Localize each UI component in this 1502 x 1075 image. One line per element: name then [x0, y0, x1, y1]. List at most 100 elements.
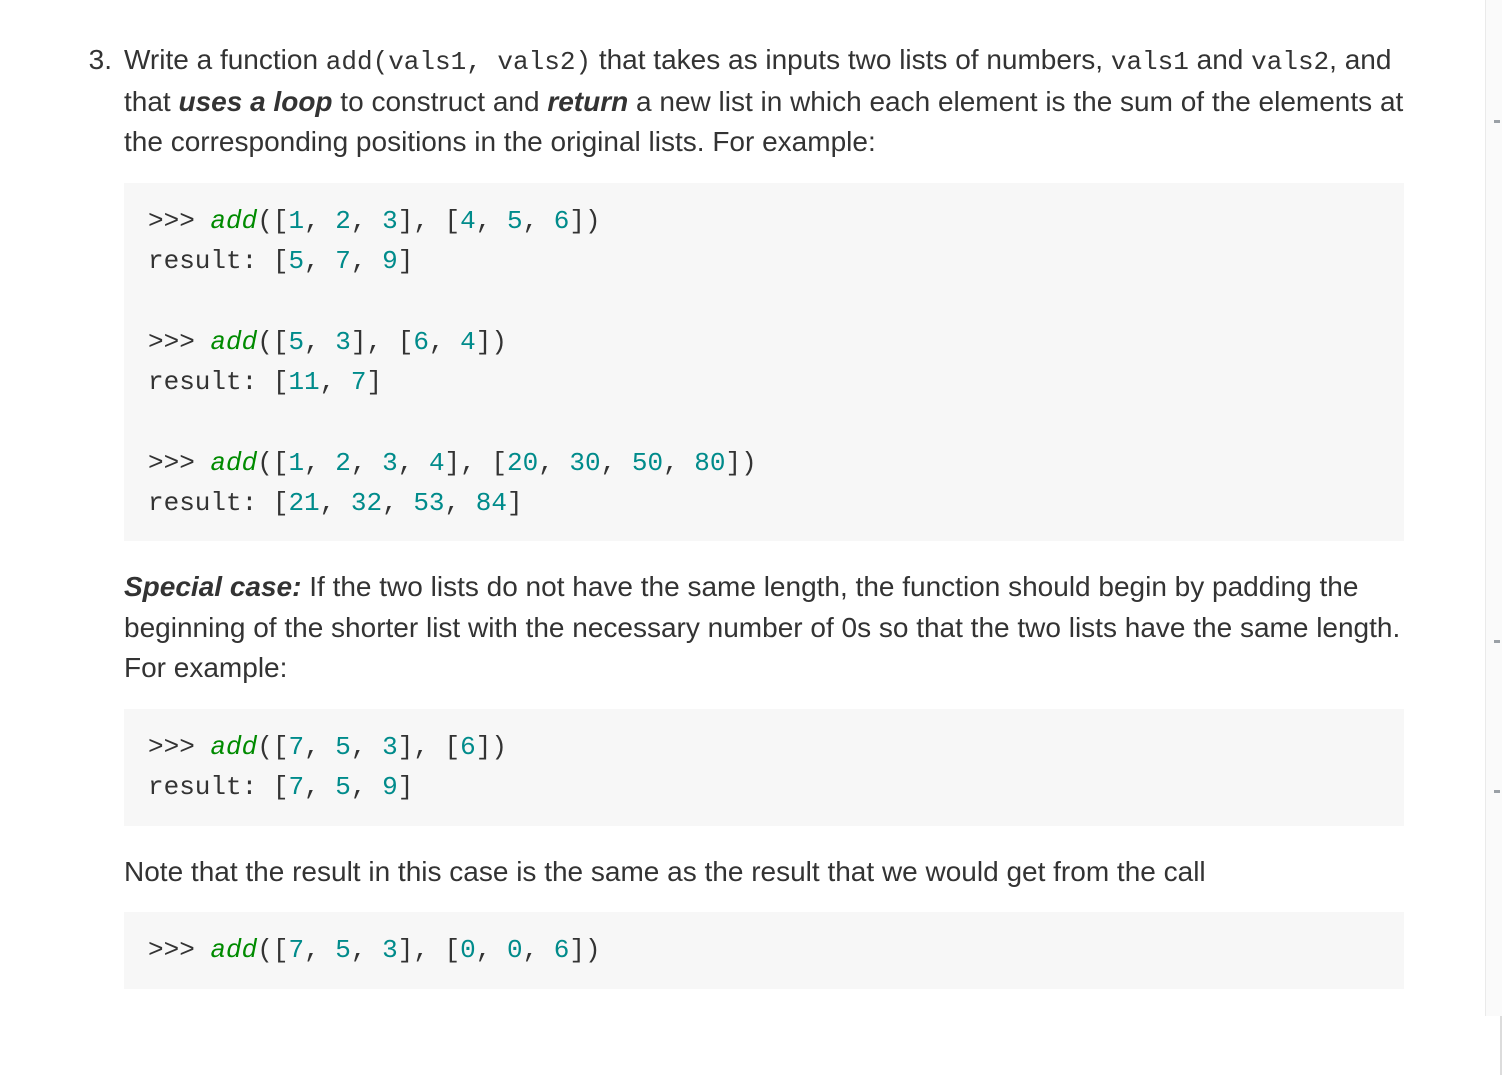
intro-text: and [1189, 44, 1251, 75]
scrollbar-mark [1494, 640, 1500, 643]
prompt: >>> [148, 448, 195, 478]
punct: ] [507, 488, 523, 518]
special-case-paragraph: Special case: If the two lists do not ha… [124, 567, 1404, 689]
sep: , [351, 732, 382, 762]
emphasis-return: return [547, 86, 628, 117]
number: 84 [476, 488, 507, 518]
number: 3 [382, 935, 398, 965]
result-label: result: [148, 246, 257, 276]
number: 7 [335, 246, 351, 276]
fn-name: add [210, 935, 257, 965]
punct: ]) [726, 448, 757, 478]
number: 6 [554, 206, 570, 236]
number: 9 [382, 246, 398, 276]
number: 4 [460, 327, 476, 357]
sep: , [304, 448, 335, 478]
number: 21 [288, 488, 319, 518]
number: 3 [335, 327, 351, 357]
sep: , [320, 488, 351, 518]
number: 3 [382, 206, 398, 236]
punct: ], [ [398, 732, 460, 762]
sep: , [445, 488, 476, 518]
punct: ([ [257, 327, 288, 357]
sep: , [398, 448, 429, 478]
number: 7 [288, 935, 304, 965]
identifier-vals1: vals1 [1111, 47, 1189, 77]
function-signature: add(vals1, vals2) [326, 47, 591, 77]
emphasis-loop: uses a loop [178, 86, 332, 117]
number: 7 [288, 772, 304, 802]
sep: , [351, 772, 382, 802]
number: 7 [288, 732, 304, 762]
number: 7 [351, 367, 367, 397]
punct: [ [257, 246, 288, 276]
sep: , [476, 935, 507, 965]
fn-name: add [210, 327, 257, 357]
sep: , [382, 488, 413, 518]
scrollbar-mark [1494, 120, 1500, 123]
number: 0 [507, 935, 523, 965]
punct: ], [ [351, 327, 413, 357]
sep: , [523, 935, 554, 965]
punct: ([ [257, 935, 288, 965]
number: 0 [460, 935, 476, 965]
sep: , [304, 206, 335, 236]
note-paragraph: Note that the result in this case is the… [124, 852, 1404, 893]
punct: ] [398, 772, 414, 802]
number: 30 [569, 448, 600, 478]
sep: , [523, 206, 554, 236]
punct: ] [398, 246, 414, 276]
number: 9 [382, 772, 398, 802]
sep: , [304, 246, 335, 276]
identifier-vals2: vals2 [1251, 47, 1329, 77]
number: 5 [288, 327, 304, 357]
punct: ]) [569, 935, 600, 965]
number: 4 [429, 448, 445, 478]
sep: , [304, 327, 335, 357]
prompt: >>> [148, 732, 195, 762]
sep: , [538, 448, 569, 478]
problem-body: Write a function add(vals1, vals2) that … [124, 40, 1404, 1015]
number: 5 [507, 206, 523, 236]
punct: ([ [257, 206, 288, 236]
number: 20 [507, 448, 538, 478]
number: 5 [335, 732, 351, 762]
punct: ], [ [445, 448, 507, 478]
sep: , [429, 327, 460, 357]
result-label: result: [148, 772, 257, 802]
intro-text: that takes as inputs two lists of number… [591, 44, 1111, 75]
number: 4 [460, 206, 476, 236]
sep: , [351, 448, 382, 478]
scrollbar-mark [1494, 790, 1500, 793]
prompt: >>> [148, 327, 195, 357]
problem-number: 3. [72, 40, 124, 81]
number: 5 [335, 935, 351, 965]
result-label: result: [148, 488, 257, 518]
special-case-text: If the two lists do not have the same le… [124, 571, 1400, 683]
intro-text: Write a function [124, 44, 326, 75]
sep: , [304, 732, 335, 762]
sep: , [476, 206, 507, 236]
number: 6 [460, 732, 476, 762]
number: 2 [335, 448, 351, 478]
special-case-label: Special case: [124, 571, 301, 602]
number: 53 [413, 488, 444, 518]
sep: , [351, 935, 382, 965]
number: 2 [335, 206, 351, 236]
fn-name: add [210, 206, 257, 236]
intro-text: to construct and [333, 86, 548, 117]
punct: ]) [476, 327, 507, 357]
code-example-1: >>> add([1, 2, 3], [4, 5, 6]) result: [5… [124, 183, 1404, 541]
punct: ([ [257, 448, 288, 478]
sep: , [351, 206, 382, 236]
problem-3: 3. Write a function add(vals1, vals2) th… [72, 40, 1404, 1015]
number: 3 [382, 732, 398, 762]
scrollbar-track[interactable] [1485, 0, 1502, 1016]
sep: , [351, 246, 382, 276]
document-page: 3. Write a function add(vals1, vals2) th… [0, 0, 1502, 1075]
number: 3 [382, 448, 398, 478]
punct: ] [366, 367, 382, 397]
punct: ]) [569, 206, 600, 236]
fn-name: add [210, 448, 257, 478]
result-label: result: [148, 367, 257, 397]
